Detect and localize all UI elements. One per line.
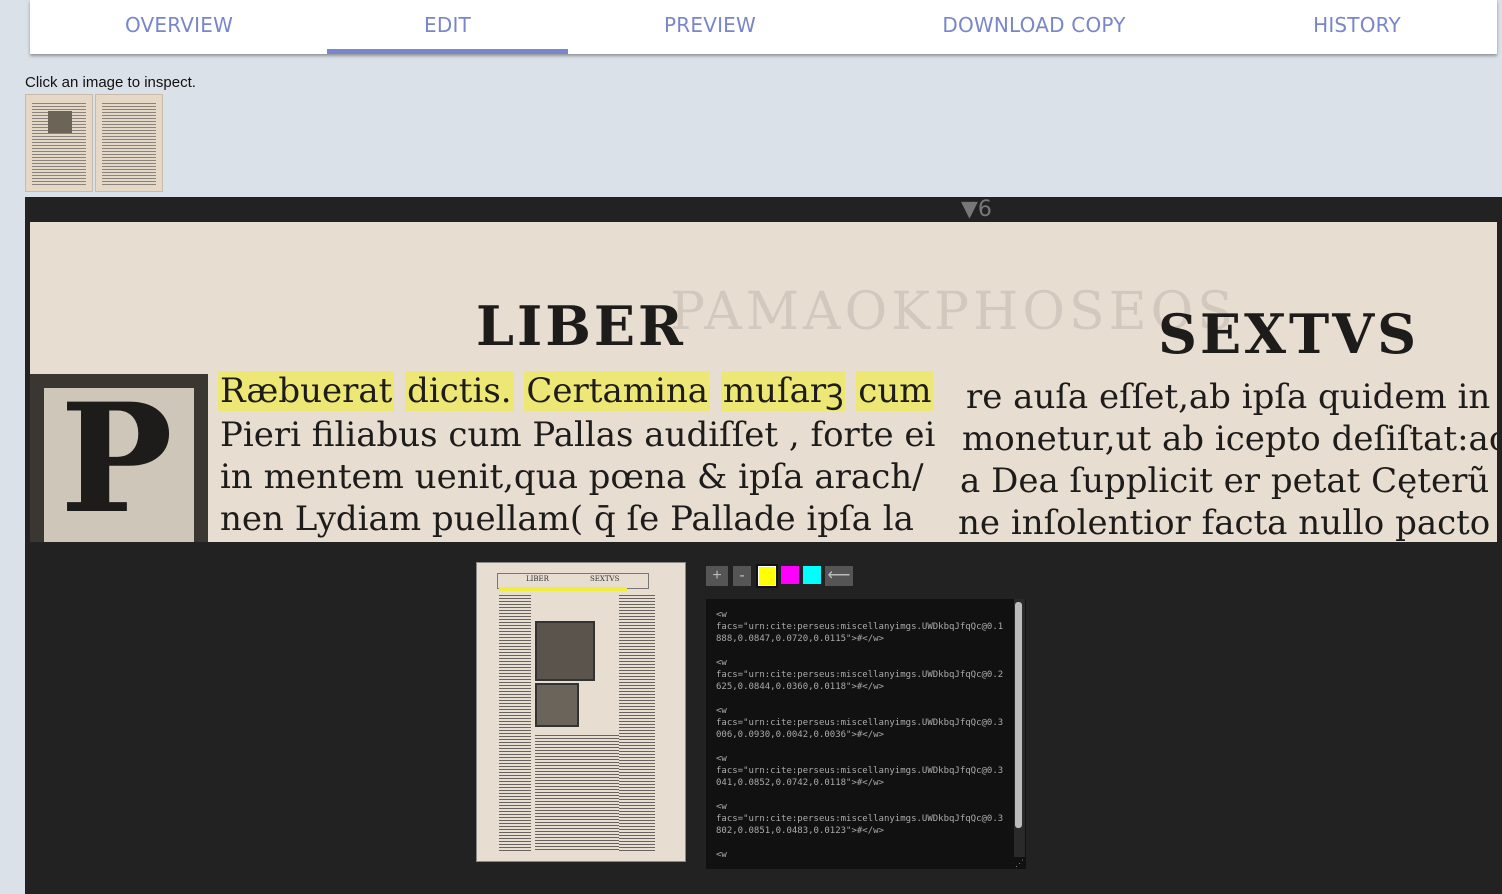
image-thumbnail-2[interactable] xyxy=(95,94,163,192)
text-line: ne inſolentior facta nullo pacto xyxy=(958,503,1491,542)
text-line: Pieri filiabus cum Pallas audiſſet , for… xyxy=(220,415,936,455)
bleed-through-text: PAMAOKPHOSEOS xyxy=(670,282,1237,342)
tab-preview[interactable]: PREVIEW xyxy=(610,0,810,54)
text-line: nen Lydiam puellam( q̄ ſe Pallade ipſa l… xyxy=(220,499,914,539)
page-overview-thumbnail[interactable]: LIBER SEXTVS xyxy=(476,562,686,862)
text-line: a Dea ſupplicit er petat Cęterũ a xyxy=(960,461,1497,501)
word-highlight-3[interactable]: Certamina xyxy=(524,371,711,411)
resize-handle-icon[interactable]: ⋰ xyxy=(1015,858,1025,868)
text-line: in mentem uenit,qua pœna & ipſa arach/ xyxy=(220,457,924,497)
decorated-initial: P xyxy=(30,374,208,542)
page-text-column xyxy=(535,733,619,851)
image-viewer: ▼6 PAMAOKPHOSEOS LIBER SEXTVS P Ræbuerat… xyxy=(25,197,1502,894)
zoom-in-button[interactable]: + xyxy=(706,566,728,586)
initial-letter: P xyxy=(60,374,173,542)
tab-bar: OVERVIEW EDIT PREVIEW DOWNLOAD COPY HIST… xyxy=(30,0,1497,54)
thumbnail-woodcut xyxy=(48,111,72,133)
word-highlight-1[interactable]: Ræbuerat xyxy=(218,371,395,411)
page-text-column xyxy=(619,593,655,851)
tab-history[interactable]: HISTORY xyxy=(1270,0,1444,54)
running-head-right: SEXTVS xyxy=(1158,302,1420,366)
image-thumbnail-1[interactable] xyxy=(25,94,93,192)
tab-edit[interactable]: EDIT xyxy=(327,0,568,54)
scrollbar-track[interactable] xyxy=(1014,599,1025,857)
inspect-hint: Click an image to inspect. xyxy=(25,74,196,91)
color-swatch-yellow[interactable] xyxy=(756,564,778,588)
undo-back-button[interactable]: ⟵ xyxy=(825,566,853,586)
page-indicator[interactable]: ▼6 xyxy=(961,197,992,223)
tab-overview[interactable]: OVERVIEW xyxy=(80,0,278,54)
thumbnail-text-lines xyxy=(102,101,156,185)
scrollbar-thumb[interactable] xyxy=(1015,602,1022,828)
color-swatch-cyan[interactable] xyxy=(803,566,821,584)
highlighted-line: Ræbuerat dictis. Certamina muſarꝫ cum xyxy=(218,371,934,411)
xml-output-content: <w facs="urn:cite:perseus:miscellanyimgs… xyxy=(716,610,1004,860)
word-highlight-2[interactable]: dictis. xyxy=(405,371,514,411)
word-highlight-4[interactable]: muſarꝫ xyxy=(720,371,846,411)
color-swatch-magenta[interactable] xyxy=(781,566,799,584)
xml-output-textarea[interactable]: <w facs="urn:cite:perseus:miscellanyimgs… xyxy=(706,599,1026,869)
running-head-left: LIBER xyxy=(476,294,686,358)
page-woodcut-image xyxy=(535,621,595,681)
text-line: monetur,ut ab icepto deſiſtat:ac xyxy=(962,419,1497,459)
zoom-out-button[interactable]: - xyxy=(733,566,751,586)
page-woodcut-image xyxy=(535,683,579,727)
page-highlight-marker xyxy=(499,587,627,591)
image-zoom-crop[interactable]: PAMAOKPHOSEOS LIBER SEXTVS P Ræbuerat di… xyxy=(30,222,1497,542)
page-head-left: LIBER xyxy=(526,575,549,583)
text-line: re auſa eſſet,ab ipſa quidem in V xyxy=(966,377,1497,417)
page-text-column xyxy=(499,593,531,851)
tab-download-copy[interactable]: DOWNLOAD COPY xyxy=(910,0,1158,54)
page-head-right: SEXTVS xyxy=(590,575,620,583)
word-highlight-5[interactable]: cum xyxy=(856,371,934,411)
